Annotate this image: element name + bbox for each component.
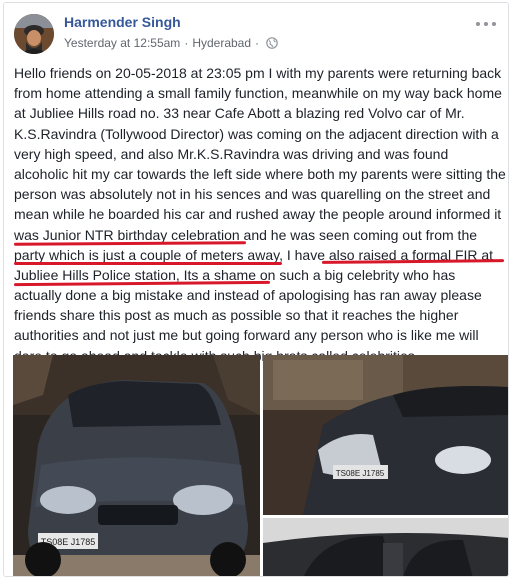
car-photo-front[interactable]: TS08E J1785 [13, 355, 260, 576]
more-options-icon[interactable] [476, 17, 496, 31]
post-meta: Yesterday at 12:55am · Hyderabad · [64, 36, 278, 50]
meta-separator: · [184, 36, 189, 50]
author-name[interactable]: Harmender Singh [64, 14, 181, 30]
post-location[interactable]: Hyderabad [192, 36, 251, 50]
post-header: Harmender Singh Yesterday at 12:55am · H… [4, 3, 508, 61]
post-line: person was absolutely not in his sences … [14, 186, 491, 203]
meta-separator-2: · [255, 36, 260, 50]
post-timestamp[interactable]: Yesterday at 12:55am [64, 36, 180, 50]
photo-grid: TS08E J1785 TS08E J1785 [4, 355, 508, 576]
globe-icon[interactable] [266, 37, 278, 49]
post-card: Harmender Singh Yesterday at 12:55am · H… [3, 2, 509, 577]
post-line: from home attending a small family funct… [14, 85, 502, 102]
car-photo-side[interactable]: TS08E J1785 [263, 355, 508, 515]
license-plate-2: TS08E J1785 [336, 469, 385, 478]
post-line: actually done a big mistake and instead … [14, 287, 482, 304]
post-line: K.S.Ravindra (Tollywood Director) was co… [14, 125, 499, 142]
post-line: friends share this post as much as possi… [14, 307, 459, 324]
post-line: Hello friends on 20-05-2018 at 23:05 pm … [14, 65, 502, 81]
post-line: very high speed, and also Mr.K.S.Ravindr… [14, 145, 449, 162]
post-line: alcoholic hit my car towards the left si… [14, 165, 506, 182]
post-line: mean while he boarded his car and rushed… [14, 206, 502, 223]
post-line: at Jubliee Hills road no. 33 near Cafe A… [14, 105, 465, 122]
post-body: Hello friends on 20-05-2018 at 23:05 pm … [13, 63, 506, 366]
post-line: authorities and not just me but going fo… [14, 327, 479, 344]
highlight-underline [14, 262, 282, 265]
car-photo-interior[interactable] [263, 518, 508, 576]
author-avatar[interactable] [14, 14, 54, 54]
